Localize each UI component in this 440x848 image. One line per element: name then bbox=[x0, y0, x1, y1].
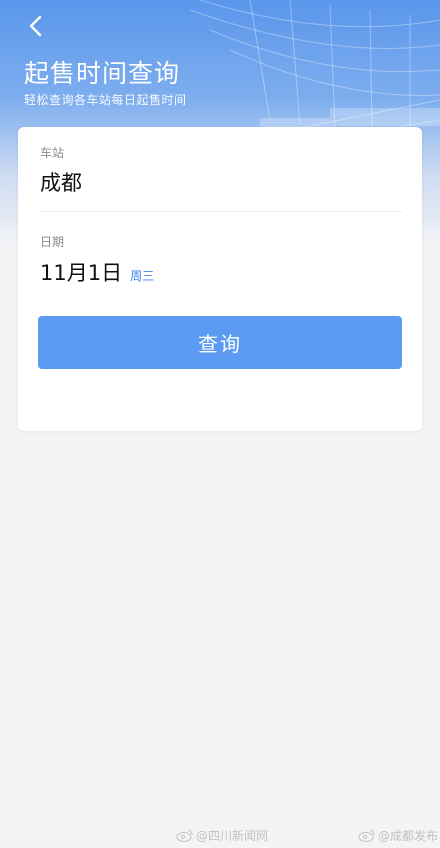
weibo-icon bbox=[358, 829, 375, 842]
weekday-label: 周三 bbox=[130, 269, 155, 283]
query-card: 车站 成都 日期 11月1日 周三 查询 bbox=[18, 127, 422, 431]
page-subtitle: 轻松查询各车站每日起售时间 bbox=[24, 93, 187, 107]
back-button[interactable] bbox=[18, 8, 54, 44]
watermark-text: @成都发布 bbox=[378, 829, 439, 843]
date-label: 日期 bbox=[40, 235, 65, 249]
watermark-sichuan: @四川新闻网 bbox=[176, 827, 268, 844]
date-field[interactable]: 11月1日 周三 bbox=[40, 257, 154, 287]
weibo-icon bbox=[176, 829, 193, 842]
query-button[interactable]: 查询 bbox=[38, 316, 402, 369]
watermark-chengdu: @成都发布 bbox=[358, 827, 438, 844]
watermark-text: @四川新闻网 bbox=[196, 829, 269, 843]
station-label: 车站 bbox=[40, 146, 65, 160]
station-field[interactable]: 成都 bbox=[40, 167, 82, 197]
page-title: 起售时间查询 bbox=[24, 59, 181, 88]
date-value: 11月1日 bbox=[40, 261, 123, 285]
divider bbox=[40, 211, 402, 212]
chevron-left-icon bbox=[29, 15, 42, 37]
